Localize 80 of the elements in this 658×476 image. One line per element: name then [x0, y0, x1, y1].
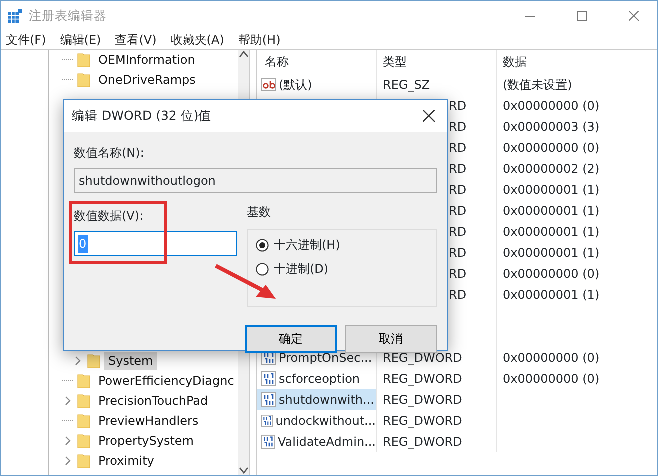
radio-button[interactable]	[256, 262, 269, 276]
tree-item[interactable]: PrecisionTouchPad	[94, 392, 212, 410]
value-type: RD	[449, 286, 467, 304]
value-data: 0x00000000 (0)	[503, 372, 600, 386]
annotation-arrow	[215, 264, 276, 299]
binary-value-icon	[261, 412, 274, 428]
tree-item[interactable]: OEMInformation	[94, 51, 200, 69]
value-data: 0x00000000 (0)	[503, 98, 600, 112]
menu-item[interactable]: 收藏夹(A)	[170, 31, 224, 47]
value-name[interactable]: scforceoption	[279, 370, 360, 388]
scroll-up-icon	[238, 50, 249, 58]
menu-item[interactable]: 帮助(H)	[238, 31, 281, 47]
maximize-icon	[577, 11, 587, 21]
value-type: REG_DWORD	[383, 392, 462, 408]
radio-button[interactable]	[256, 238, 269, 252]
value-data: 0x00000001 (1)	[503, 224, 600, 238]
tree-item[interactable]: Proximity	[94, 452, 158, 470]
value-data: 0x00000001 (1)	[503, 288, 600, 302]
folder-icon	[77, 72, 92, 88]
value-data: (数值未设置)	[503, 78, 572, 92]
tree-item[interactable]: System	[104, 352, 158, 370]
close-icon	[629, 11, 639, 21]
window-title: 注册表编辑器	[29, 6, 108, 25]
value-type: REG_DWORD	[383, 412, 462, 430]
cancel-button[interactable]: 取消	[345, 325, 437, 353]
scroll-down-icon	[238, 467, 249, 475]
value-type: RD	[449, 118, 467, 136]
column-header[interactable]: 数据	[503, 55, 527, 69]
ok-button[interactable]: 确定	[245, 325, 337, 353]
name-field[interactable]: shutdownwithoutlogon	[74, 168, 437, 193]
radio-label[interactable]: 十六进制(H)	[274, 236, 340, 254]
menu-item[interactable]: 文件(F)	[6, 31, 46, 47]
value-type: REG_SZ	[383, 76, 430, 94]
value-type: RD	[449, 98, 467, 114]
folder-icon	[77, 433, 92, 449]
folder-icon	[77, 413, 92, 429]
tree-item[interactable]: PropertySystem	[94, 432, 198, 450]
value-name[interactable]: ValidateAdmin...	[278, 432, 376, 450]
tree-item[interactable]: PowerEfficiencyDiagnc	[94, 372, 238, 390]
registry-icon	[7, 8, 23, 24]
tree-item[interactable]: PreviewHandlers	[94, 412, 203, 430]
value-data: 0x00000000 (0)	[503, 266, 600, 280]
tree-item[interactable]: OneDriveRamps	[94, 71, 200, 89]
value-type: RD	[449, 160, 467, 178]
value-name[interactable]: (默认)	[279, 76, 312, 94]
binary-value-icon	[261, 370, 277, 386]
value-type: RD	[449, 224, 467, 240]
close-icon	[423, 110, 435, 122]
folder-icon	[77, 373, 92, 389]
dialog-title: 编辑 DWORD (32 位)值	[72, 106, 212, 125]
value-type: RD	[449, 266, 467, 282]
value-type: RD	[449, 182, 467, 198]
value-data: 0x00000000 (0)	[503, 140, 600, 154]
binary-value-icon	[261, 392, 277, 408]
binary-value-icon	[261, 434, 276, 450]
value-type: RD	[449, 140, 467, 156]
value-data: 0x00000002 (2)	[503, 162, 600, 176]
field-label: 数值数据(V):	[74, 208, 145, 225]
field-label: 数值名称(N):	[74, 145, 146, 162]
value-name[interactable]: undockwithout...	[276, 412, 376, 430]
menu-item[interactable]: 编辑(E)	[60, 31, 102, 47]
folder-icon	[77, 453, 92, 469]
column-header[interactable]: 类型	[383, 53, 407, 71]
folder-icon	[77, 52, 92, 68]
value-type: RD	[449, 202, 467, 220]
group-label: 基数	[247, 204, 272, 221]
menu-item[interactable]: 查看(V)	[115, 31, 157, 47]
value-data: 0x00000001 (1)	[503, 246, 600, 260]
folder-icon	[87, 353, 102, 369]
folder-icon	[77, 393, 92, 409]
value-data: 0x00000001 (1)	[503, 204, 600, 218]
column-header[interactable]: 名称	[261, 53, 289, 71]
string-value-icon	[261, 76, 277, 92]
radio-label[interactable]: 十进制(D)	[274, 260, 329, 278]
value-type: REG_DWORD	[383, 434, 462, 450]
value-data: 0x00000003 (3)	[503, 120, 600, 134]
value-type: RD	[449, 244, 467, 262]
value-type: REG_DWORD	[383, 370, 462, 388]
value-data: 0x00000000 (0)	[503, 350, 600, 364]
value-data: 0x00000001 (1)	[503, 182, 600, 196]
